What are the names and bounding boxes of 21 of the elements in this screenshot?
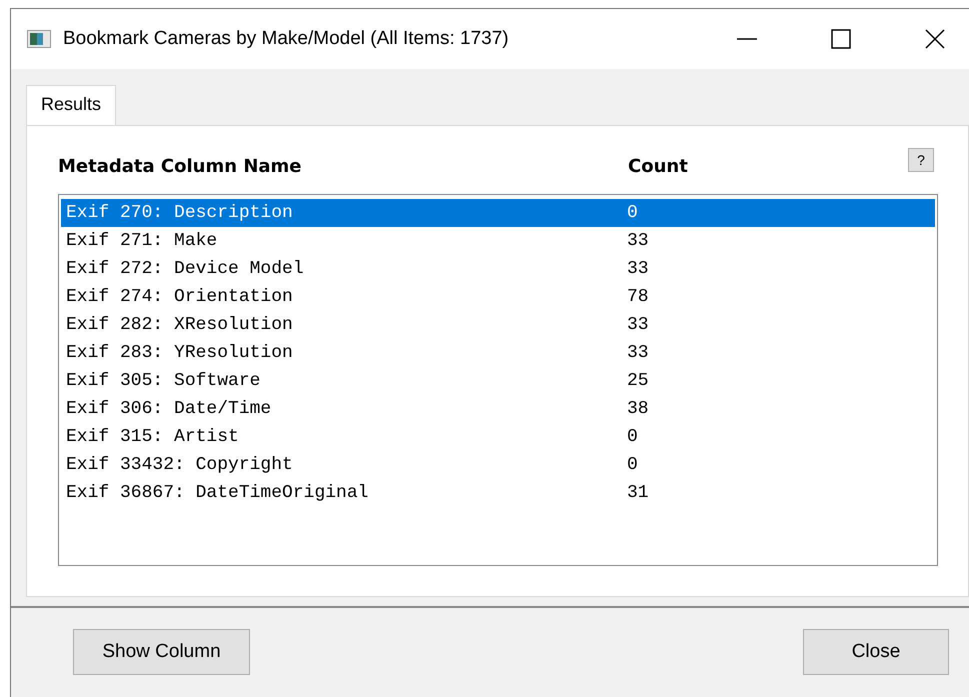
list-row[interactable]: Exif 36867: DateTimeOriginal 31 xyxy=(61,479,935,507)
list-row[interactable]: Exif 271: Make 33 xyxy=(61,227,935,255)
results-tab[interactable]: Results xyxy=(26,85,116,125)
list-row[interactable]: Exif 306: Date/Time 38 xyxy=(61,395,935,423)
list-row[interactable]: Exif 282: XResolution 33 xyxy=(61,311,935,339)
window-title: Bookmark Cameras by Make/Model (All Items: 1737) xyxy=(63,28,510,50)
help-button[interactable]: ? xyxy=(908,148,934,172)
list-row[interactable]: Exif 274: Orientation 78 xyxy=(61,283,935,311)
list-row[interactable]: Exif 272: Device Model 33 xyxy=(61,255,935,283)
list-row[interactable]: Exif 305: Software 25 xyxy=(61,367,935,395)
maximize-icon[interactable] xyxy=(831,29,851,49)
close-icon[interactable] xyxy=(925,29,945,49)
list-row[interactable]: Exif 33432: Copyright 0 xyxy=(61,451,935,479)
list-row[interactable]: Exif 283: YResolution 33 xyxy=(61,339,935,367)
list-row[interactable]: Exif 315: Artist 0 xyxy=(61,423,935,451)
list-row[interactable]: Exif 270: Description 0 xyxy=(61,199,935,227)
column-header: Metadata Column Name xyxy=(58,156,302,176)
column-header: Count xyxy=(628,156,688,176)
show-column-button[interactable]: Show Column xyxy=(73,629,250,675)
app-icon xyxy=(27,30,51,48)
close-button[interactable]: Close xyxy=(803,629,949,675)
